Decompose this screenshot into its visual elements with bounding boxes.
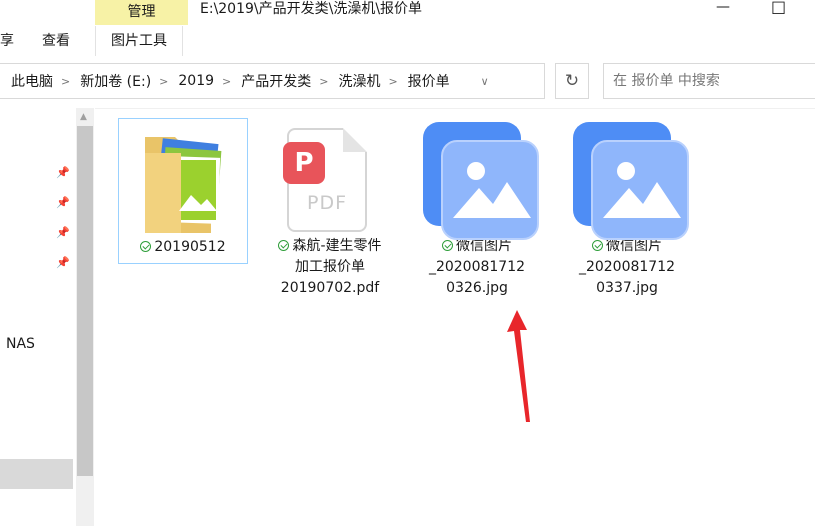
- sync-check-icon: [140, 241, 152, 252]
- file-name: 森航-建生零件 加工报价单 20190702.pdf: [265, 236, 395, 299]
- file-item-pdf[interactable]: P PDF 森航-建生零件 加工报价单 20190702.pdf: [265, 118, 395, 299]
- chevron-right-icon[interactable]: >: [383, 75, 404, 88]
- file-item-image[interactable]: 微信图片 _2020081712 0337.jpg: [562, 118, 692, 299]
- pdf-page: P PDF: [283, 128, 367, 232]
- breadcrumb: 此电脑 > 新加卷 (E:) > 2019 > 产品开发类 > 洗澡机 > 报价…: [8, 64, 496, 98]
- address-bar[interactable]: 此电脑 > 新加卷 (E:) > 2019 > 产品开发类 > 洗澡机 > 报价…: [0, 63, 545, 99]
- breadcrumb-item[interactable]: 新加卷 (E:): [77, 71, 154, 91]
- refresh-icon: ↻: [564, 71, 580, 91]
- scroll-up-icon[interactable]: ▲: [80, 112, 87, 122]
- address-toolbar: 此电脑 > 新加卷 (E:) > 2019 > 产品开发类 > 洗澡机 > 报价…: [0, 56, 815, 109]
- file-name: 20190512: [119, 237, 247, 258]
- annotation-arrow: [507, 310, 530, 422]
- ribbon-tabs: 享 查看 图片工具: [0, 26, 815, 57]
- tab-manage[interactable]: 管理: [95, 0, 188, 25]
- nav-item-nas[interactable]: NAS: [6, 336, 35, 352]
- chevron-right-icon[interactable]: >: [154, 75, 175, 88]
- sync-check-icon: [442, 240, 453, 251]
- file-item-image[interactable]: 微信图片 _2020081712 0326.jpg: [412, 118, 542, 299]
- search-input[interactable]: 在 报价单 中搜索: [603, 63, 815, 99]
- scrollbar-thumb[interactable]: [77, 126, 93, 476]
- sync-check-icon: [278, 240, 290, 251]
- pdf-icon: P PDF: [265, 118, 395, 236]
- breadcrumb-item[interactable]: 洗澡机: [335, 71, 383, 91]
- pin-icon[interactable]: 📌: [56, 256, 70, 269]
- image-icon-front: [591, 140, 689, 240]
- image-icon: [412, 118, 542, 240]
- pin-icon[interactable]: 📌: [56, 226, 70, 239]
- refresh-button[interactable]: ↻: [555, 63, 589, 99]
- image-icon: [562, 118, 692, 240]
- pdf-label: PDF: [306, 192, 348, 214]
- tab-view[interactable]: 查看: [42, 26, 70, 56]
- file-item-folder[interactable]: 20190512: [118, 118, 248, 264]
- sync-check-icon: [592, 240, 603, 251]
- chevron-right-icon[interactable]: >: [314, 75, 335, 88]
- breadcrumb-item[interactable]: 报价单: [405, 71, 453, 91]
- chevron-down-icon[interactable]: ∨: [453, 75, 496, 88]
- tab-share[interactable]: 享: [0, 26, 14, 56]
- chevron-right-icon[interactable]: >: [217, 75, 238, 88]
- breadcrumb-item[interactable]: 产品开发类: [238, 71, 314, 91]
- pdf-app-icon: P: [283, 142, 325, 184]
- file-name: 微信图片 _2020081712 0326.jpg: [428, 238, 526, 296]
- title-bar: 管理 E:\2019\产品开发类\洗澡机\报价单 — □: [0, 0, 815, 26]
- tab-picture-tools[interactable]: 图片工具: [95, 26, 183, 56]
- nav-scrollbar[interactable]: ▲: [76, 108, 94, 526]
- image-icon-front: [441, 140, 539, 240]
- chevron-right-icon[interactable]: >: [56, 75, 77, 88]
- window-title: E:\2019\产品开发类\洗澡机\报价单: [200, 1, 423, 17]
- breadcrumb-item[interactable]: 此电脑: [8, 71, 56, 91]
- pin-icon[interactable]: 📌: [56, 196, 70, 209]
- page-fold: [343, 128, 367, 152]
- minimize-button[interactable]: —: [716, 0, 730, 14]
- folder-icon: [119, 119, 249, 237]
- nav-item-selected[interactable]: [0, 459, 73, 489]
- navigation-pane: 📌 📌 📌 📌 NAS ▲: [0, 108, 95, 526]
- maximize-button[interactable]: □: [771, 0, 786, 15]
- file-name: 微信图片 _2020081712 0337.jpg: [578, 238, 676, 296]
- file-list: 20190512 P PDF 森航-建生零件 加工报价单 20190702.pd…: [95, 108, 815, 526]
- breadcrumb-item[interactable]: 2019: [175, 73, 217, 89]
- pin-icon[interactable]: 📌: [56, 166, 70, 179]
